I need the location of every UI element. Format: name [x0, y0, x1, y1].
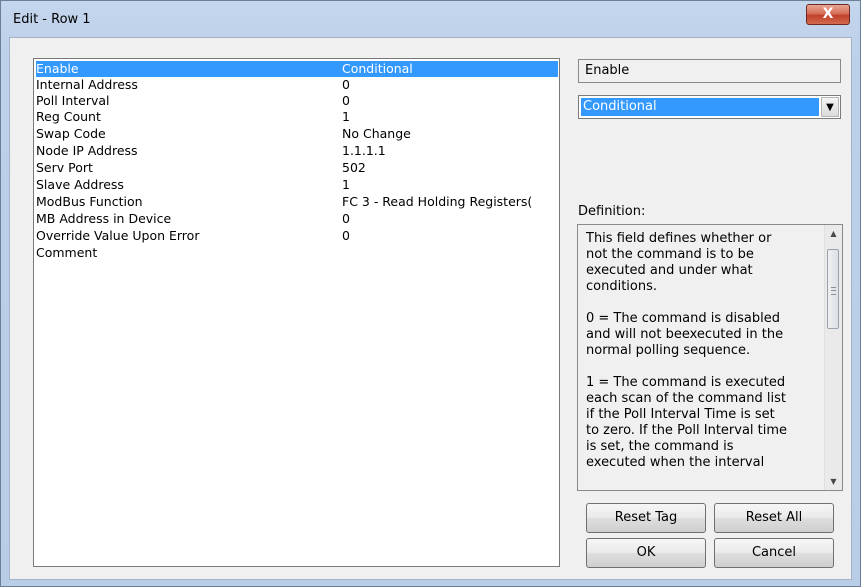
title-bar[interactable]: Edit - Row 1 X: [1, 1, 860, 37]
property-key: ModBus Function: [36, 194, 143, 209]
scroll-down-icon[interactable]: ▼: [825, 473, 842, 490]
property-row-comment[interactable]: Comment: [36, 245, 558, 261]
property-key: Override Value Upon Error: [36, 228, 200, 243]
scrollbar-thumb[interactable]: [827, 249, 839, 329]
property-value: No Change: [342, 126, 411, 141]
property-key: Slave Address: [36, 177, 124, 192]
property-value: 0: [342, 211, 350, 226]
close-button[interactable]: X: [806, 4, 850, 25]
property-row-serv-port[interactable]: Serv Port 502: [36, 160, 558, 176]
definition-scrollbar[interactable]: ▲ ▼: [824, 225, 842, 490]
reset-tag-button[interactable]: Reset Tag: [586, 503, 706, 533]
property-key: Swap Code: [36, 126, 106, 141]
property-row-mb-address-in-device[interactable]: MB Address in Device 0: [36, 211, 558, 227]
field-name-display: Enable: [578, 59, 841, 83]
grip-icon: [831, 287, 836, 295]
property-key: Serv Port: [36, 160, 93, 175]
close-icon: X: [822, 6, 834, 22]
property-value: 0: [342, 228, 350, 243]
definition-label: Definition:: [578, 204, 646, 219]
property-value: Conditional: [342, 61, 413, 76]
property-key: MB Address in Device: [36, 211, 172, 226]
property-key: Reg Count: [36, 109, 101, 124]
property-key: Comment: [36, 245, 98, 260]
property-key: Node IP Address: [36, 143, 138, 158]
property-row-override-value-upon-error[interactable]: Override Value Upon Error 0: [36, 228, 558, 244]
property-key: Internal Address: [36, 77, 138, 92]
property-row-node-ip-address[interactable]: Node IP Address 1.1.1.1: [36, 143, 558, 159]
property-key: Poll Interval: [36, 93, 110, 108]
property-row-swap-code[interactable]: Swap Code No Change: [36, 126, 558, 142]
reset-all-button[interactable]: Reset All: [714, 503, 834, 533]
property-value: 0: [342, 93, 350, 108]
property-row-modbus-function[interactable]: ModBus Function FC 3 - Read Holding Regi…: [36, 194, 558, 210]
property-row-slave-address[interactable]: Slave Address 1: [36, 177, 558, 193]
property-row-poll-interval[interactable]: Poll Interval 0: [36, 93, 558, 109]
property-value: 1: [342, 177, 350, 192]
property-row-enable[interactable]: Enable Conditional: [36, 61, 558, 77]
cancel-button[interactable]: Cancel: [714, 538, 834, 568]
property-key: Enable: [36, 61, 79, 76]
property-value: 502: [342, 160, 366, 175]
value-select-current: Conditional: [581, 98, 819, 116]
property-row-internal-address[interactable]: Internal Address 0: [36, 77, 558, 93]
definition-box: This field defines whether or not the co…: [577, 224, 843, 491]
scroll-up-icon[interactable]: ▲: [825, 225, 842, 242]
definition-text: This field defines whether or not the co…: [586, 231, 788, 470]
property-value: FC 3 - Read Holding Registers(: [342, 194, 533, 209]
property-value: 0: [342, 77, 350, 92]
window-title: Edit - Row 1: [13, 12, 91, 27]
ok-button[interactable]: OK: [586, 538, 706, 568]
property-value: 1: [342, 109, 350, 124]
value-select[interactable]: Conditional ▼: [578, 95, 841, 119]
chevron-down-icon[interactable]: ▼: [821, 97, 839, 117]
property-row-reg-count[interactable]: Reg Count 1: [36, 109, 558, 125]
property-value: 1.1.1.1: [342, 143, 386, 158]
property-list[interactable]: Enable Conditional Internal Address 0 Po…: [33, 58, 560, 567]
